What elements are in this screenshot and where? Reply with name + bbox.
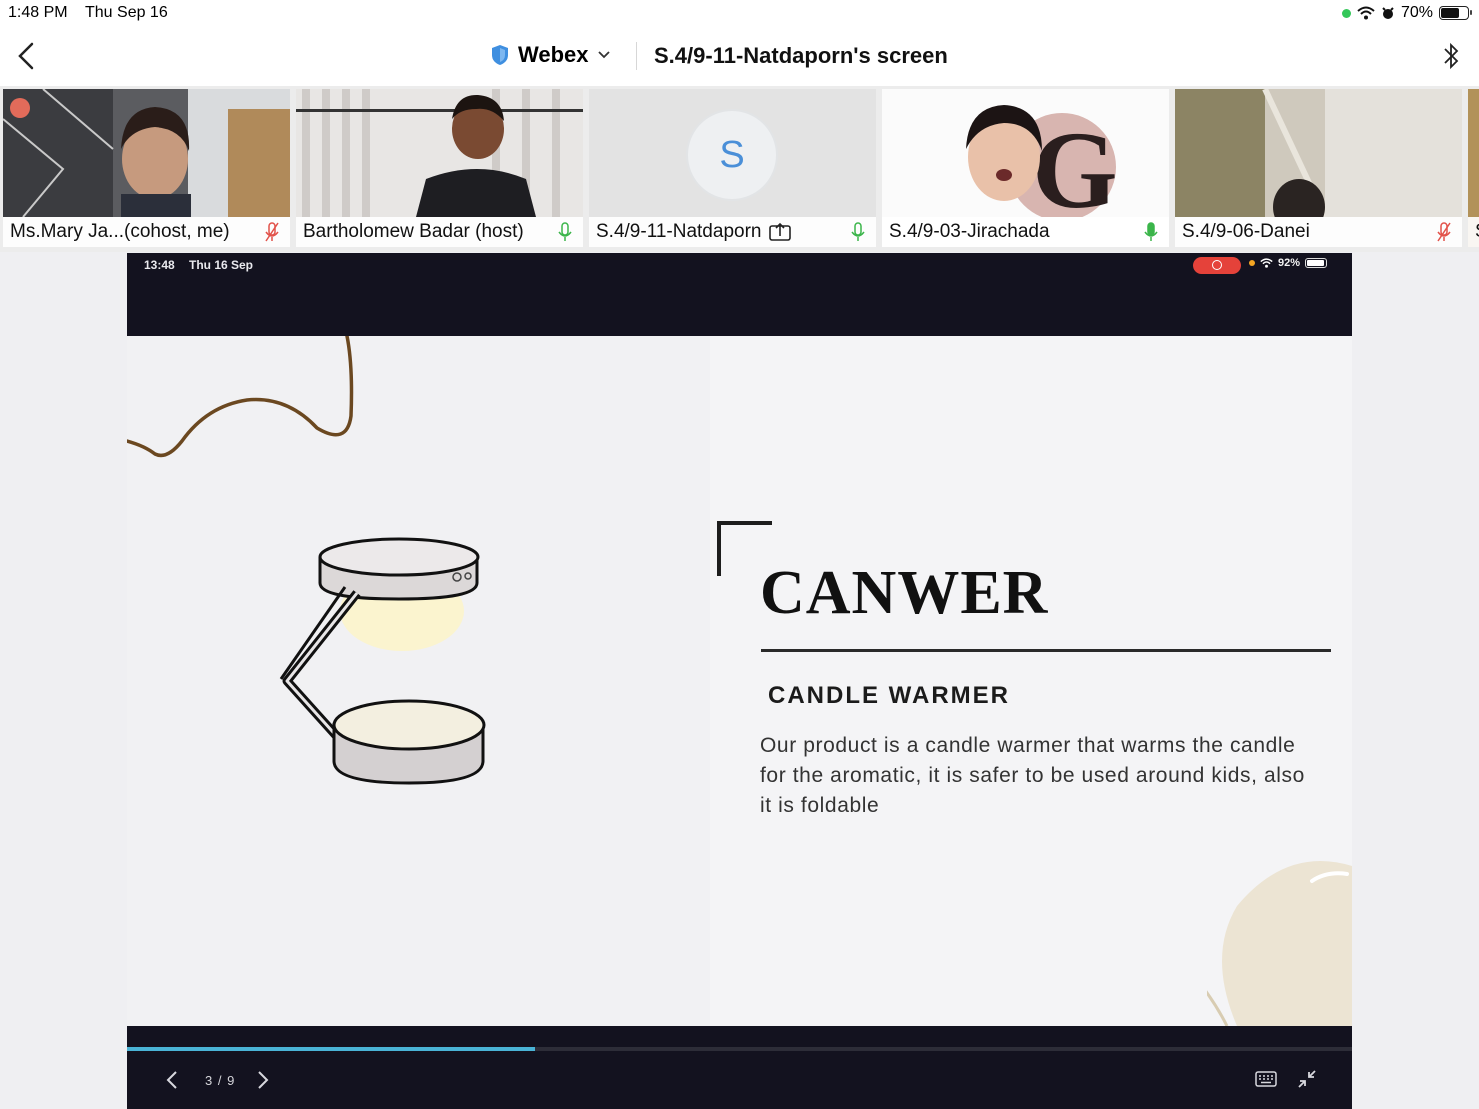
slide-subtitle: CANDLE WARMER: [768, 682, 1010, 709]
participant-tile[interactable]: Bartholomew Badar (host): [296, 89, 583, 247]
share-screen-icon: [769, 222, 792, 241]
recording-indicator-icon: [1193, 257, 1241, 274]
meeting-header: Webex S.4/9-11-Natdaporn's screen: [0, 28, 1479, 86]
presentation-slide: CANWER CANDLE WARMER Our product is a ca…: [127, 336, 1352, 1026]
decorative-squiggle-icon: [127, 336, 354, 458]
previous-slide-chevron-icon[interactable]: [163, 1069, 181, 1091]
avatar: S: [686, 109, 778, 201]
header-divider: [636, 42, 637, 70]
participant-video: G: [882, 89, 1169, 217]
mic-on-icon: [558, 222, 572, 241]
battery-icon: [1439, 6, 1472, 20]
participant-name: S: [1475, 221, 1479, 243]
app-name: Webex: [518, 42, 589, 67]
mic-on-icon: [851, 222, 865, 241]
shared-screen-view[interactable]: 13:48 Thu 16 Sep 92% CANWER CANDLE WARME…: [127, 253, 1352, 1109]
status-date: Thu Sep 16: [85, 4, 168, 21]
battery-icon: [1305, 258, 1328, 268]
svg-text:G: G: [1032, 109, 1118, 217]
status-time: 1:48 PM: [8, 4, 68, 21]
participant-name: Bartholomew Badar (host): [303, 221, 524, 242]
slide-page-indicator: 3 / 9: [205, 1073, 236, 1088]
participant-tile[interactable]: S S.4/9-11-Natdaporn: [589, 89, 876, 247]
app-switcher-button[interactable]: Webex: [490, 42, 611, 68]
participant-video: [296, 89, 583, 217]
participant-strip[interactable]: Ms.Mary Ja...(cohost, me) Bartholomew Ba…: [0, 86, 1479, 252]
slide-progress-fill: [127, 1047, 535, 1051]
host-muted-badge-icon: [10, 98, 30, 118]
shared-status-right: 92%: [1249, 257, 1328, 269]
bluetooth-icon[interactable]: [1439, 40, 1463, 72]
shared-status-time: 13:48: [144, 258, 175, 272]
participant-name: Ms.Mary Ja...(cohost, me): [10, 221, 230, 242]
shared-screen-title: S.4/9-11-Natdaporn's screen: [654, 43, 948, 68]
participant-tile[interactable]: S: [1468, 89, 1479, 247]
wifi-icon: [1260, 258, 1273, 268]
back-chevron-icon[interactable]: [12, 40, 42, 72]
participant-tile[interactable]: G S.4/9-03-Jirachada: [882, 89, 1169, 247]
participant-name: S.4/9-03-Jirachada: [889, 221, 1050, 242]
shared-battery-percentage: 92%: [1278, 257, 1301, 269]
participant-name: S.4/9-06-Danei: [1182, 221, 1310, 242]
keyboard-icon[interactable]: [1255, 1071, 1277, 1087]
battery-percentage: 70%: [1400, 4, 1433, 21]
camera-active-indicator-icon: [1341, 8, 1351, 18]
participant-name: S.4/9-11-Natdaporn: [596, 221, 762, 242]
shared-status-date: Thu 16 Sep: [189, 258, 254, 272]
chevron-down-icon: [597, 51, 610, 59]
participant-video: [3, 89, 290, 217]
title-underline: [761, 649, 1331, 652]
next-slide-chevron-icon[interactable]: [254, 1069, 272, 1091]
mic-in-use-indicator-icon: [1249, 260, 1255, 266]
decorative-bulb-shape-icon: [1207, 861, 1352, 1026]
slide-progress-bar[interactable]: [127, 1047, 1352, 1051]
wifi-icon: [1357, 6, 1375, 20]
mic-muted-icon: [1437, 222, 1451, 242]
mic-speaking-icon: [1144, 222, 1158, 241]
slide-description: Our product is a candle warmer that warm…: [760, 734, 1305, 817]
shield-icon: [492, 45, 508, 65]
alarm-icon: [1382, 7, 1394, 19]
exit-fullscreen-icon[interactable]: [1297, 1069, 1317, 1089]
mic-muted-icon: [265, 222, 279, 242]
slide-brand-title: CANWER: [760, 559, 1049, 627]
participant-tile[interactable]: Ms.Mary Ja...(cohost, me): [3, 89, 290, 247]
candle-warmer-lamp-illustration: [279, 537, 486, 785]
device-status-bar: 1:48 PM Thu Sep 16 70%: [0, 0, 1479, 28]
participant-video: [1175, 89, 1462, 217]
participant-tile[interactable]: S.4/9-06-Danei: [1175, 89, 1462, 247]
